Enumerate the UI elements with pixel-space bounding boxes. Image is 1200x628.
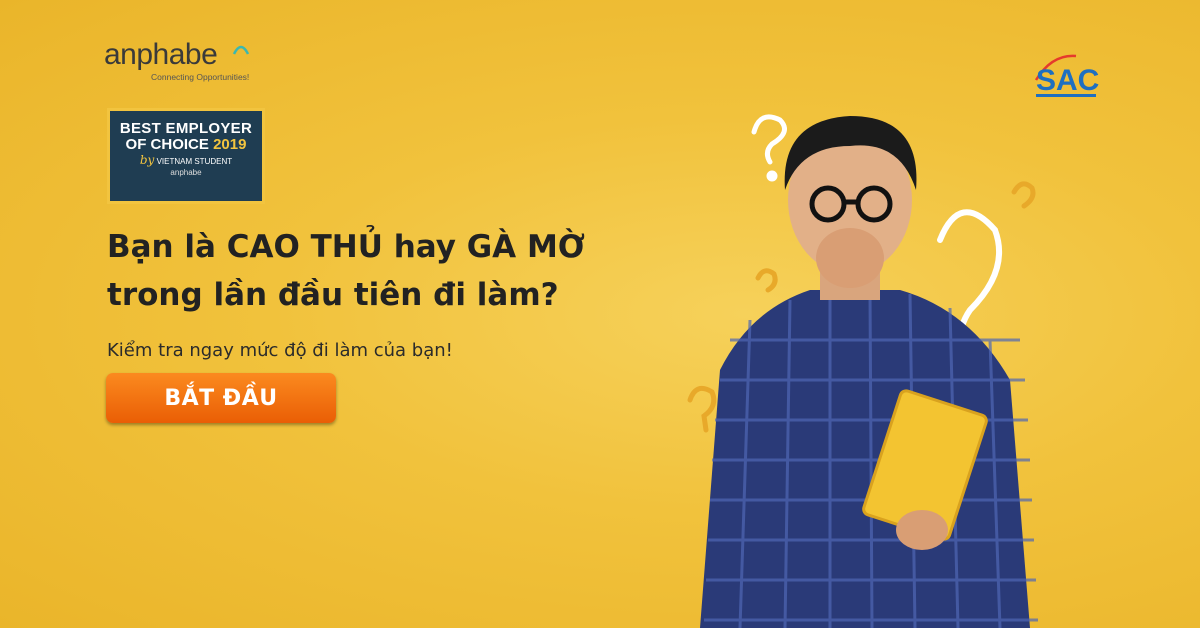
award-badge: BEST EMPLOYER OF CHOICE 2019 by VIETNAM … [107,108,265,204]
award-line-2: OF CHOICE 2019 [110,137,262,153]
headline-line-2: trong lần đầu tiên đi làm? [107,277,559,313]
award-line-3: by VIETNAM STUDENT [110,154,262,168]
subheadline: Kiểm tra ngay mức độ đi làm của bạn! [107,340,453,361]
logo-arc-icon [232,45,250,55]
headline-line-1: Bạn là CAO THỦ hay GÀ MỜ [107,229,585,265]
sac-logo[interactable]: SAC [1032,50,1102,102]
student-photo [687,114,1038,628]
award-by: by [139,153,155,167]
start-button[interactable]: BẮT ĐẦU [106,373,336,423]
sac-logo-text: SAC [1036,64,1099,97]
award-line-3-text: VIETNAM STUDENT [156,157,233,166]
award-line-2-text: OF CHOICE [125,136,209,153]
award-line-1: BEST EMPLOYER [119,120,253,137]
ad-banner: anphabe Connecting Opportunities! BEST E… [0,0,1200,628]
anphabe-logo[interactable]: anphabe Connecting Opportunities! [104,38,250,83]
logo-wordmark: anphabe [104,38,218,71]
logo-tagline: Connecting Opportunities! [151,72,250,82]
question-mark-doodle-icon [751,114,787,182]
award-year: 2019 [213,136,247,153]
headline: Bạn là CAO THỦ hay GÀ MỜ trong lần đầu t… [107,223,687,319]
award-brand: anphabe [170,168,202,177]
